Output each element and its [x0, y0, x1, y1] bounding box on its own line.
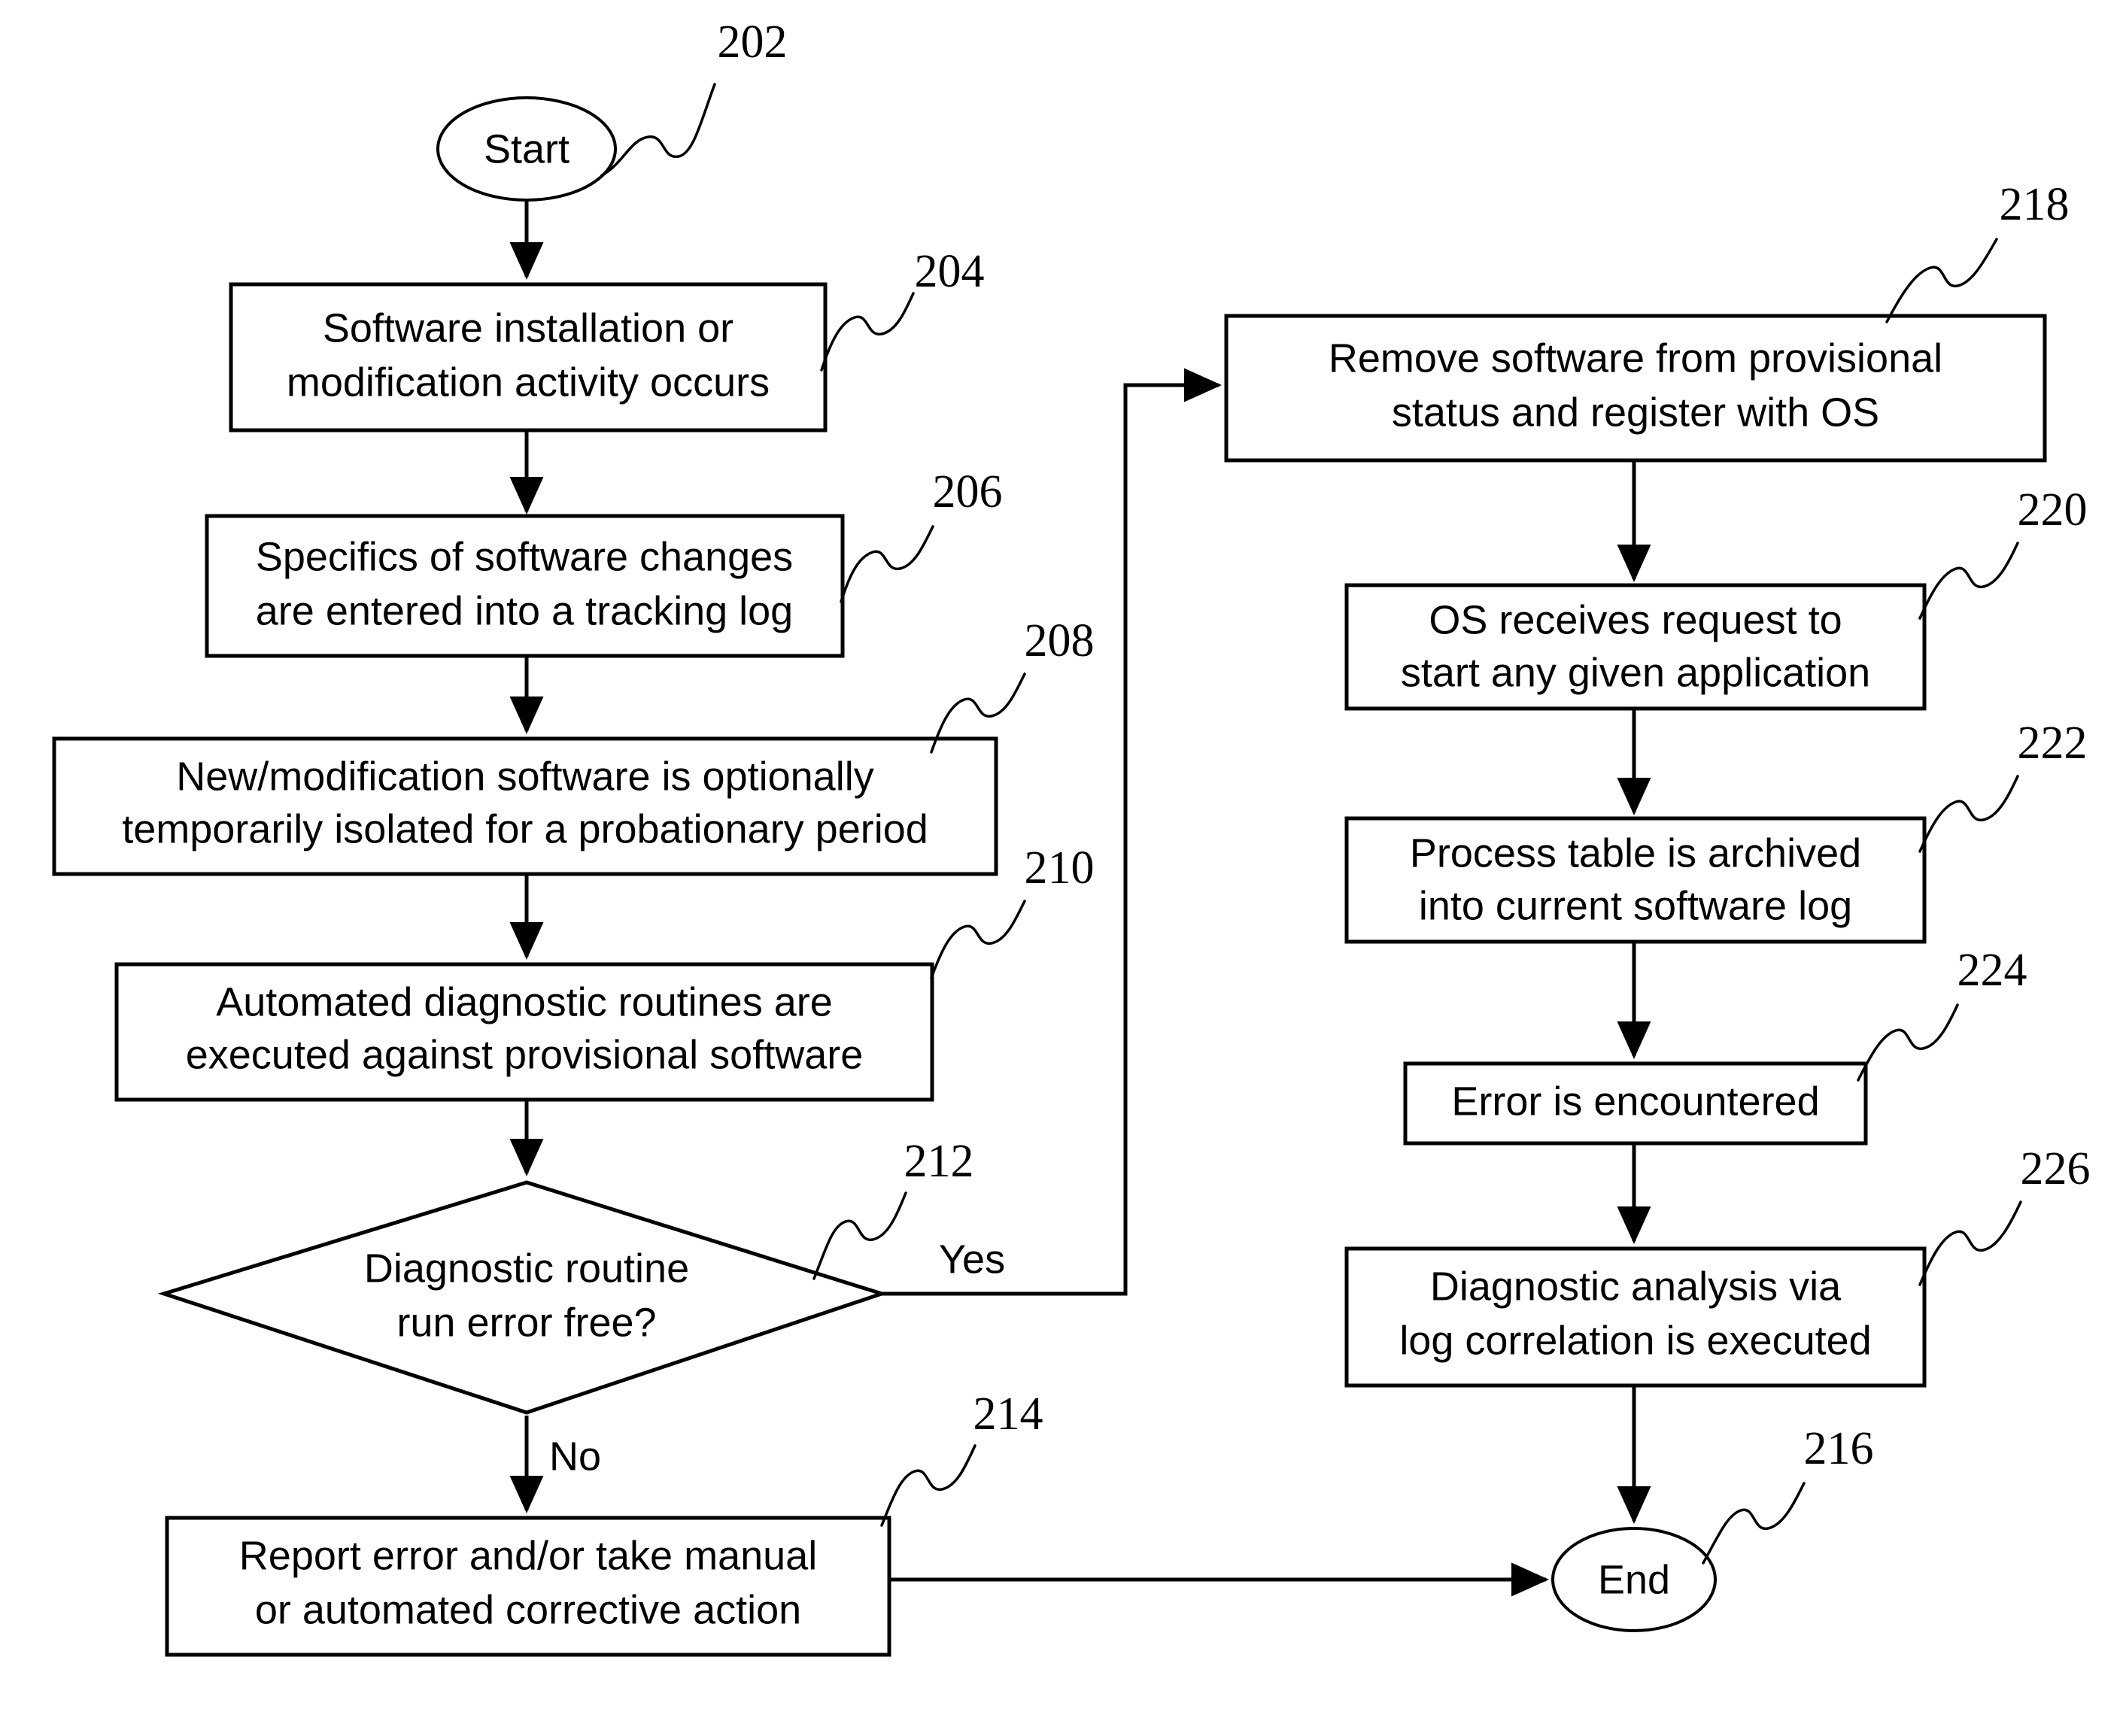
edge-label-yes: Yes — [939, 1237, 1005, 1282]
node-210-label-line2: executed against provisional software — [186, 1032, 864, 1077]
node-226-label-line1: Diagnostic analysis via — [1430, 1264, 1842, 1309]
ref-number-202: 202 — [718, 17, 788, 68]
flowchart-canvas: Start 202 Software installation or modif… — [52, 17, 2091, 1657]
node-202-label: Start — [484, 126, 569, 171]
ref-number-226: 226 — [2021, 1143, 2091, 1194]
node-214-label-line1: Report error and/or take manual — [239, 1533, 817, 1578]
node-208-process[interactable]: New/modification software is optionally … — [52, 736, 998, 876]
leader-line-224 — [1857, 1003, 1959, 1082]
ref-number-222: 222 — [2018, 718, 2088, 769]
node-208-label-line1: New/modification software is optionally — [176, 754, 873, 799]
ref-callout-224: 224 — [1857, 945, 2027, 1082]
edge-label-no: No — [549, 1434, 601, 1479]
leader-line-222 — [1918, 775, 2019, 853]
leader-line-214 — [880, 1444, 976, 1527]
node-210-label-line1: Automated diagnostic routines are — [216, 979, 833, 1024]
ref-callout-206: 206 — [840, 466, 1003, 603]
leader-line-206 — [840, 525, 934, 603]
flowchart-page: Start 202 Software installation or modif… — [0, 0, 2120, 1736]
node-222-label-line1: Process table is archived — [1410, 830, 1861, 876]
ref-number-210: 210 — [1025, 842, 1095, 894]
node-214-label-line2: or automated corrective action — [255, 1587, 801, 1632]
node-212-label-line1: Diagnostic routine — [364, 1246, 689, 1291]
node-212-label-line2: run error free? — [396, 1300, 656, 1345]
leader-line-216 — [1702, 1482, 1806, 1565]
node-204-process[interactable]: Software installation or modification ac… — [229, 282, 828, 432]
ref-callout-208: 208 — [930, 615, 1095, 754]
ref-callout-204: 204 — [820, 246, 985, 372]
ref-number-220: 220 — [2018, 484, 2088, 536]
leader-line-212 — [812, 1191, 907, 1280]
ref-number-204: 204 — [915, 246, 985, 297]
node-206-process[interactable]: Specifics of software changes are entere… — [205, 514, 845, 658]
ref-number-216: 216 — [1804, 1423, 1874, 1474]
node-206-label-line2: are entered into a tracking log — [256, 588, 793, 633]
node-214-process[interactable]: Report error and/or take manual or autom… — [165, 1516, 891, 1657]
node-218-process[interactable]: Remove software from provisional status … — [1224, 314, 2047, 463]
node-226-process[interactable]: Diagnostic analysis via log correlation … — [1344, 1246, 1927, 1388]
leader-line-204 — [820, 292, 915, 372]
leader-line-210 — [930, 900, 1026, 979]
node-220-label-line1: OS receives request to — [1429, 597, 1842, 642]
node-218-label-line2: status and register with OS — [1392, 390, 1879, 435]
node-208-label-line2: temporarily isolated for a probationary … — [122, 806, 928, 851]
ref-callout-202: 202 — [600, 17, 788, 177]
node-220-label-line2: start any given application — [1401, 650, 1870, 695]
ref-number-206: 206 — [933, 466, 1003, 517]
ref-callout-214: 214 — [880, 1388, 1043, 1527]
node-210-process[interactable]: Automated diagnostic routines are execut… — [114, 962, 934, 1102]
node-204-label-line2: modification activity occurs — [287, 360, 770, 405]
ref-number-214: 214 — [973, 1388, 1043, 1440]
ref-number-212: 212 — [904, 1136, 974, 1187]
node-216-end[interactable]: End — [1551, 1527, 1717, 1632]
ref-callout-218: 218 — [1885, 179, 2070, 323]
node-224-process[interactable]: Error is encountered — [1403, 1061, 1868, 1146]
leader-line-202 — [600, 83, 716, 177]
node-216-label: End — [1598, 1557, 1670, 1602]
leader-line-226 — [1918, 1200, 2022, 1286]
leader-line-220 — [1918, 542, 2019, 620]
node-224-label: Error is encountered — [1451, 1079, 1819, 1124]
ref-callout-220: 220 — [1918, 484, 2088, 620]
ref-callout-222: 222 — [1918, 718, 2088, 853]
ref-callout-226: 226 — [1918, 1143, 2091, 1286]
node-204-label-line1: Software installation or — [323, 305, 733, 351]
node-212-decision[interactable]: Diagnostic routine run error free? — [157, 1180, 888, 1415]
node-206-label-line1: Specifics of software changes — [256, 534, 793, 579]
ref-number-224: 224 — [1958, 945, 2027, 996]
node-202-start[interactable]: Start — [436, 96, 617, 202]
ref-callout-216: 216 — [1702, 1423, 1874, 1565]
node-222-label-line2: into current software log — [1419, 883, 1852, 928]
node-226-label-line2: log correlation is executed — [1399, 1318, 1871, 1363]
ref-number-218: 218 — [2000, 179, 2070, 230]
node-222-process[interactable]: Process table is archived into current s… — [1344, 816, 1927, 944]
ref-number-208: 208 — [1025, 615, 1095, 666]
decision-diamond-212 — [157, 1180, 888, 1415]
node-218-label-line1: Remove software from provisional — [1329, 335, 1942, 381]
leader-line-218 — [1885, 238, 1998, 323]
node-220-process[interactable]: OS receives request to start any given a… — [1344, 583, 1927, 711]
